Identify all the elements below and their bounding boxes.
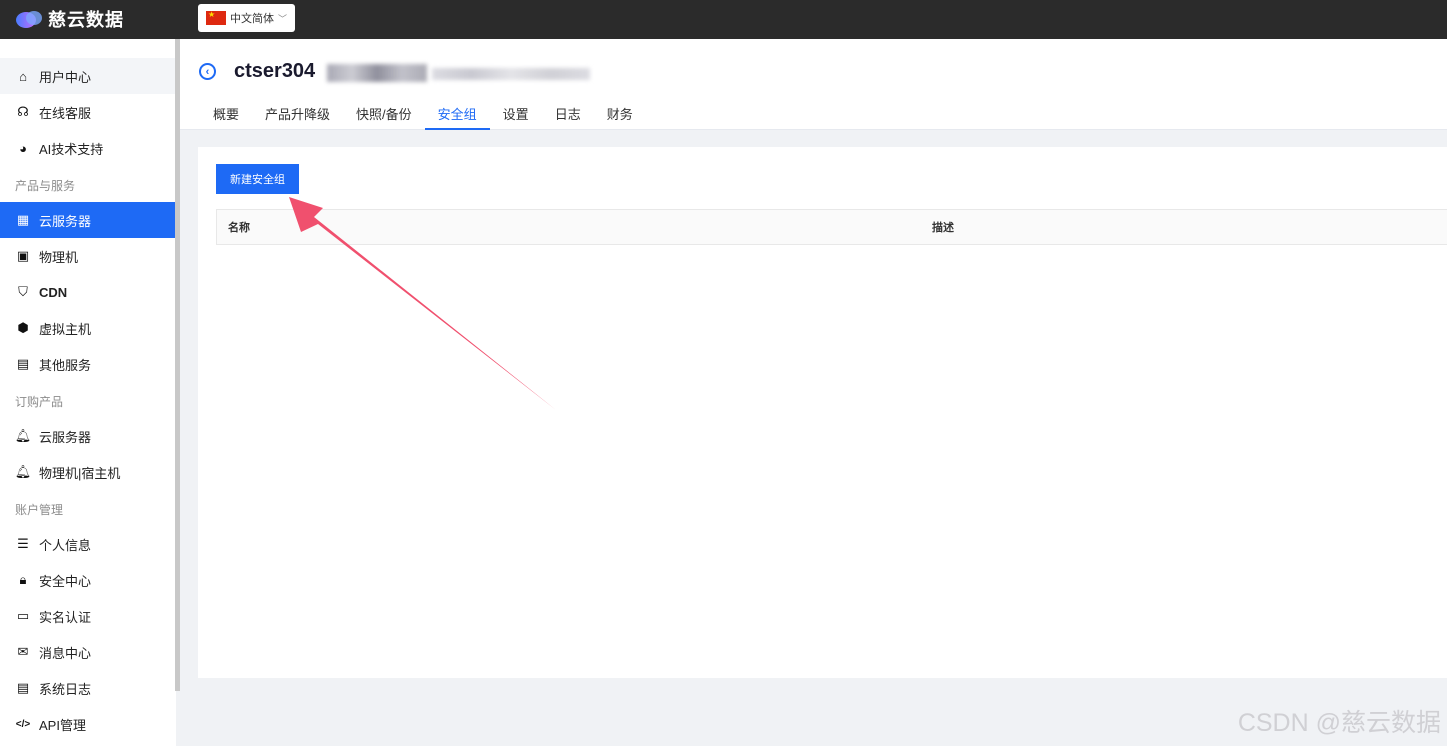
column-header-description: 描述	[932, 222, 954, 234]
tab-overview[interactable]: 概要	[200, 95, 252, 130]
sidebar-item-online-support[interactable]: ☊ 在线客服	[0, 94, 175, 130]
chevron-down-icon: ﹀	[278, 13, 288, 24]
sidebar-item-virtual-host[interactable]: ⬢ 虚拟主机	[0, 310, 175, 346]
sidebar-item-label: 个人信息	[39, 537, 92, 553]
tab-finance[interactable]: 财务	[594, 95, 646, 130]
nav-group-products: 产品与服务	[15, 179, 76, 193]
sidebar-item-ai-support[interactable]: ◕ AI技术支持	[0, 130, 175, 166]
redacted-title-suffix	[327, 64, 427, 82]
language-label: 中文简体	[230, 13, 274, 25]
sidebar-item-label: 用户中心	[39, 69, 92, 85]
security-group-panel: 新建安全组 名称 描述	[198, 147, 1447, 678]
shield-icon: ⛉	[18, 284, 28, 299]
tab-snapshot[interactable]: 快照/备份	[343, 95, 425, 130]
watermark: CSDN @慈云数据	[1237, 709, 1441, 737]
network-icon: ⬢	[17, 320, 29, 335]
brand-logo[interactable]: 慈云数据	[14, 6, 124, 32]
bell-icon: 🔔︎	[14, 464, 32, 479]
sidebar-item-user-center[interactable]: ⌂ 用户中心	[0, 58, 175, 94]
sidebar-item-messages[interactable]: ✉ 消息中心	[0, 634, 175, 670]
sidebar-item-label: 虚拟主机	[39, 321, 92, 337]
sidebar-item-label: CDN	[39, 284, 68, 300]
globe-icon: ◕	[19, 140, 27, 156]
sidebar-item-verification[interactable]: ▭ 实名认证	[0, 598, 175, 634]
sidebar-item-label: 云服务器	[39, 429, 92, 445]
cloud-logo-icon	[16, 11, 42, 28]
sidebar-item-label: 系统日志	[39, 681, 92, 697]
book-icon: ▤	[16, 356, 30, 371]
nav-group-orders: 订购产品	[15, 395, 64, 409]
tab-security-group[interactable]: 安全组	[424, 95, 490, 130]
tab-logs[interactable]: 日志	[542, 95, 594, 130]
table-header: 名称 描述	[216, 209, 1447, 245]
grid-icon: ▦	[16, 212, 30, 227]
sidebar-item-label: 云服务器	[39, 213, 92, 229]
sidebar-item-label: 实名认证	[39, 609, 92, 625]
user-list-icon: ☰	[17, 536, 29, 551]
sidebar-item-other-services[interactable]: ▤ 其他服务	[0, 346, 175, 382]
sidebar-item-label: 其他服务	[39, 357, 92, 373]
mail-icon: ✉	[17, 644, 29, 659]
page-title: ctser304	[234, 60, 316, 82]
support-icon: ☊	[17, 104, 29, 119]
sidebar-item-label: 物理机	[39, 249, 79, 265]
sidebar-item-profile[interactable]: ☰ 个人信息	[0, 526, 175, 562]
tab-upgrade[interactable]: 产品升降级	[252, 95, 343, 130]
sidebar-item-label: 在线客服	[39, 105, 92, 121]
sidebar-item-order-physical-host[interactable]: 🔔︎ 物理机|宿主机	[0, 454, 175, 490]
code-icon: </>	[15, 718, 31, 730]
sidebar-item-api[interactable]: </> API管理	[0, 706, 175, 742]
sidebar-item-physical-machine[interactable]: ▣ 物理机	[0, 238, 175, 274]
chevron-left-circle-icon[interactable]: ‹	[199, 63, 216, 80]
sidebar-item-label: AI技术支持	[39, 141, 104, 157]
home-icon: ⌂	[19, 68, 27, 84]
sidebar-item-order-cloud-server[interactable]: 🔔︎ 云服务器	[0, 418, 175, 454]
sidebar-item-system-log[interactable]: ▤ 系统日志	[0, 670, 175, 706]
sidebar-item-security[interactable]: 🔒︎ 安全中心	[0, 562, 175, 598]
china-flag-icon	[206, 10, 226, 25]
qr-icon: ▣	[16, 248, 30, 263]
sidebar-item-label: 物理机|宿主机	[39, 465, 121, 481]
sidebar-item-label: 消息中心	[39, 645, 92, 661]
column-header-name: 名称	[228, 222, 250, 234]
sidebar-item-cloud-server[interactable]: ▦ 云服务器	[0, 202, 175, 238]
bell-icon: 🔔︎	[14, 428, 32, 443]
tab-settings[interactable]: 设置	[490, 95, 542, 130]
sidebar-item-label: API管理	[39, 717, 86, 733]
sidebar-item-cdn[interactable]: ⛉ CDN	[0, 274, 175, 310]
new-security-group-button[interactable]: 新建安全组	[216, 164, 299, 194]
tab-bar: 概要 产品升降级 快照/备份 安全组 设置 日志 财务	[200, 95, 646, 130]
language-selector[interactable]: 中文简体 ﹀	[198, 4, 295, 32]
sidebar: ⌂ 用户中心 ☊ 在线客服 ◕ AI技术支持 产品与服务 ▦ 云服务器 ▣ 物理…	[0, 39, 176, 746]
top-bar: 慈云数据 中文简体 ﹀	[0, 0, 1447, 39]
card-icon: ▭	[16, 608, 30, 623]
redacted-subtitle	[432, 68, 590, 80]
nav-group-account: 账户管理	[15, 503, 64, 517]
detail-header: ‹ ctser304 概要 产品升降级 快照/备份 安全组 设置 日志 财务	[180, 39, 1447, 130]
sidebar-item-label: 安全中心	[39, 573, 92, 589]
lock-icon: 🔒︎	[19, 572, 27, 587]
sidebar-scrollbar[interactable]	[175, 39, 180, 691]
brand-name: 慈云数据	[48, 10, 124, 30]
file-icon: ▤	[16, 680, 30, 695]
